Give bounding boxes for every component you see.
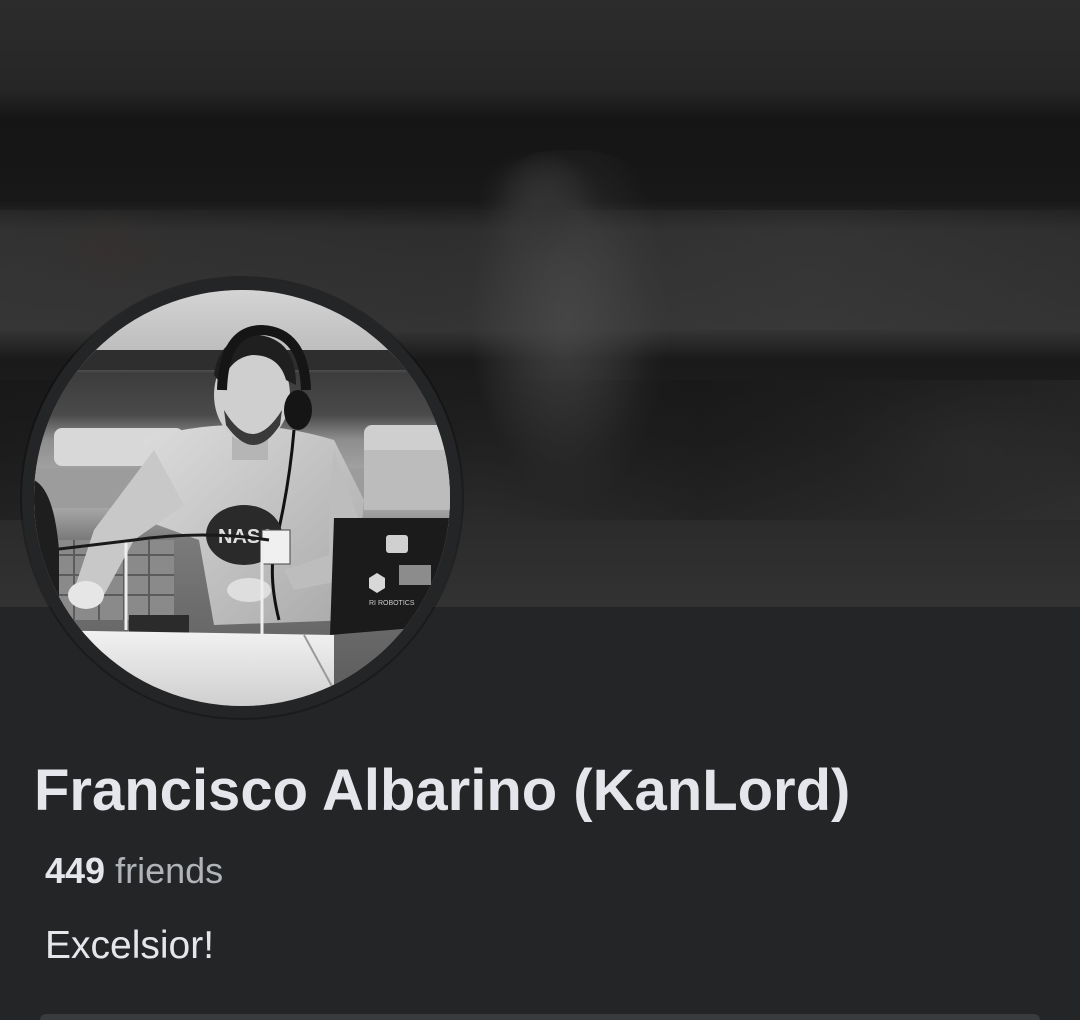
friends-label: friends: [115, 850, 224, 891]
profile-name: Francisco Albarino (KanLord): [34, 758, 851, 823]
cover-photo-blurred-head: [500, 150, 590, 260]
friends-link[interactable]: 449 friends: [45, 848, 223, 894]
laptop-sticker-text: RI ROBOTICS: [369, 600, 415, 607]
profile-page: NASA RI ROBOTICS Francisco Albarino (Kan…: [0, 0, 1080, 1020]
friends-count: 449: [45, 850, 106, 891]
profile-avatar[interactable]: NASA RI ROBOTICS: [34, 290, 450, 706]
next-section-edge: [40, 1014, 1040, 1020]
profile-bio: Excelsior!: [45, 924, 215, 967]
avatar-photo: NASA RI ROBOTICS: [34, 290, 450, 706]
